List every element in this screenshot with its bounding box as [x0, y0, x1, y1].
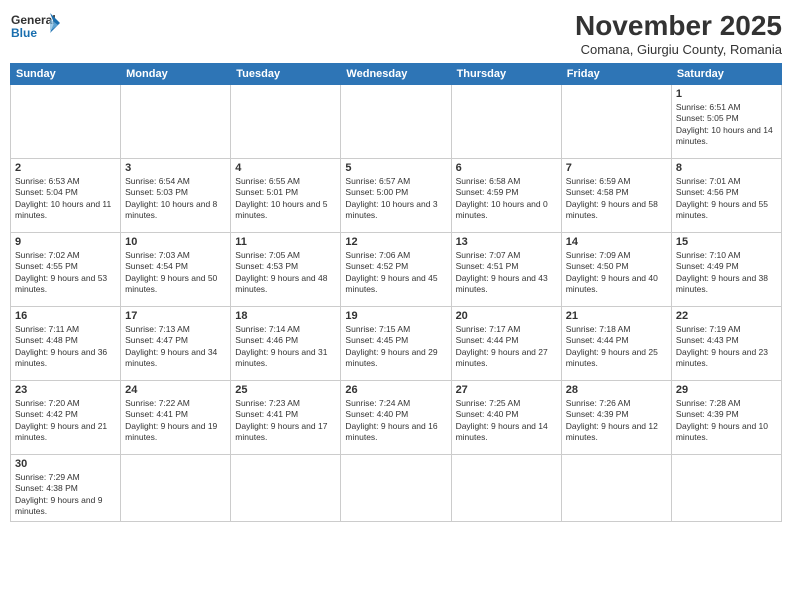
header-saturday: Saturday: [671, 64, 781, 85]
day-14: 14 Sunrise: 7:09 AMSunset: 4:50 PMDaylig…: [561, 233, 671, 307]
header-tuesday: Tuesday: [231, 64, 341, 85]
page: General Blue November 2025 Comana, Giurg…: [0, 0, 792, 612]
logo: General Blue: [10, 10, 60, 48]
empty-cell: [121, 455, 231, 522]
empty-cell: [341, 455, 451, 522]
day-3: 3 Sunrise: 6:54 AMSunset: 5:03 PMDayligh…: [121, 159, 231, 233]
day-26: 26 Sunrise: 7:24 AMSunset: 4:40 PMDaylig…: [341, 381, 451, 455]
empty-cell: [671, 455, 781, 522]
day-2: 2 Sunrise: 6:53 AMSunset: 5:04 PMDayligh…: [11, 159, 121, 233]
logo-svg: General Blue: [10, 10, 60, 48]
week-row-1: 1 Sunrise: 6:51 AMSunset: 5:05 PMDayligh…: [11, 85, 782, 159]
weekday-header-row: Sunday Monday Tuesday Wednesday Thursday…: [11, 64, 782, 85]
day-4: 4 Sunrise: 6:55 AMSunset: 5:01 PMDayligh…: [231, 159, 341, 233]
day-21: 21 Sunrise: 7:18 AMSunset: 4:44 PMDaylig…: [561, 307, 671, 381]
empty-cell: [561, 455, 671, 522]
empty-cell: [341, 85, 451, 159]
day-30: 30 Sunrise: 7:29 AMSunset: 4:38 PMDaylig…: [11, 455, 121, 522]
title-block: November 2025 Comana, Giurgiu County, Ro…: [575, 10, 782, 57]
svg-text:Blue: Blue: [11, 26, 37, 40]
day-9: 9 Sunrise: 7:02 AMSunset: 4:55 PMDayligh…: [11, 233, 121, 307]
day-16: 16 Sunrise: 7:11 AMSunset: 4:48 PMDaylig…: [11, 307, 121, 381]
day-6: 6 Sunrise: 6:58 AMSunset: 4:59 PMDayligh…: [451, 159, 561, 233]
day-29: 29 Sunrise: 7:28 AMSunset: 4:39 PMDaylig…: [671, 381, 781, 455]
day-22: 22 Sunrise: 7:19 AMSunset: 4:43 PMDaylig…: [671, 307, 781, 381]
week-row-5: 23 Sunrise: 7:20 AMSunset: 4:42 PMDaylig…: [11, 381, 782, 455]
day-19: 19 Sunrise: 7:15 AMSunset: 4:45 PMDaylig…: [341, 307, 451, 381]
day-11: 11 Sunrise: 7:05 AMSunset: 4:53 PMDaylig…: [231, 233, 341, 307]
empty-cell: [231, 455, 341, 522]
header-sunday: Sunday: [11, 64, 121, 85]
day-10: 10 Sunrise: 7:03 AMSunset: 4:54 PMDaylig…: [121, 233, 231, 307]
header-thursday: Thursday: [451, 64, 561, 85]
day-23: 23 Sunrise: 7:20 AMSunset: 4:42 PMDaylig…: [11, 381, 121, 455]
empty-cell: [451, 455, 561, 522]
empty-cell: [451, 85, 561, 159]
empty-cell: [561, 85, 671, 159]
svg-text:General: General: [11, 13, 56, 27]
day-13: 13 Sunrise: 7:07 AMSunset: 4:51 PMDaylig…: [451, 233, 561, 307]
day-28: 28 Sunrise: 7:26 AMSunset: 4:39 PMDaylig…: [561, 381, 671, 455]
month-title: November 2025: [575, 10, 782, 42]
day-1: 1 Sunrise: 6:51 AMSunset: 5:05 PMDayligh…: [671, 85, 781, 159]
week-row-4: 16 Sunrise: 7:11 AMSunset: 4:48 PMDaylig…: [11, 307, 782, 381]
day-12: 12 Sunrise: 7:06 AMSunset: 4:52 PMDaylig…: [341, 233, 451, 307]
header-wednesday: Wednesday: [341, 64, 451, 85]
day-8: 8 Sunrise: 7:01 AMSunset: 4:56 PMDayligh…: [671, 159, 781, 233]
location-title: Comana, Giurgiu County, Romania: [575, 42, 782, 57]
empty-cell: [11, 85, 121, 159]
day-17: 17 Sunrise: 7:13 AMSunset: 4:47 PMDaylig…: [121, 307, 231, 381]
day-7: 7 Sunrise: 6:59 AMSunset: 4:58 PMDayligh…: [561, 159, 671, 233]
day-18: 18 Sunrise: 7:14 AMSunset: 4:46 PMDaylig…: [231, 307, 341, 381]
header-friday: Friday: [561, 64, 671, 85]
day-27: 27 Sunrise: 7:25 AMSunset: 4:40 PMDaylig…: [451, 381, 561, 455]
day-24: 24 Sunrise: 7:22 AMSunset: 4:41 PMDaylig…: [121, 381, 231, 455]
header-monday: Monday: [121, 64, 231, 85]
empty-cell: [231, 85, 341, 159]
calendar-table: Sunday Monday Tuesday Wednesday Thursday…: [10, 63, 782, 522]
day-5: 5 Sunrise: 6:57 AMSunset: 5:00 PMDayligh…: [341, 159, 451, 233]
day-20: 20 Sunrise: 7:17 AMSunset: 4:44 PMDaylig…: [451, 307, 561, 381]
day-25: 25 Sunrise: 7:23 AMSunset: 4:41 PMDaylig…: [231, 381, 341, 455]
header: General Blue November 2025 Comana, Giurg…: [10, 10, 782, 57]
week-row-3: 9 Sunrise: 7:02 AMSunset: 4:55 PMDayligh…: [11, 233, 782, 307]
week-row-2: 2 Sunrise: 6:53 AMSunset: 5:04 PMDayligh…: [11, 159, 782, 233]
week-row-6: 30 Sunrise: 7:29 AMSunset: 4:38 PMDaylig…: [11, 455, 782, 522]
day-15: 15 Sunrise: 7:10 AMSunset: 4:49 PMDaylig…: [671, 233, 781, 307]
empty-cell: [121, 85, 231, 159]
